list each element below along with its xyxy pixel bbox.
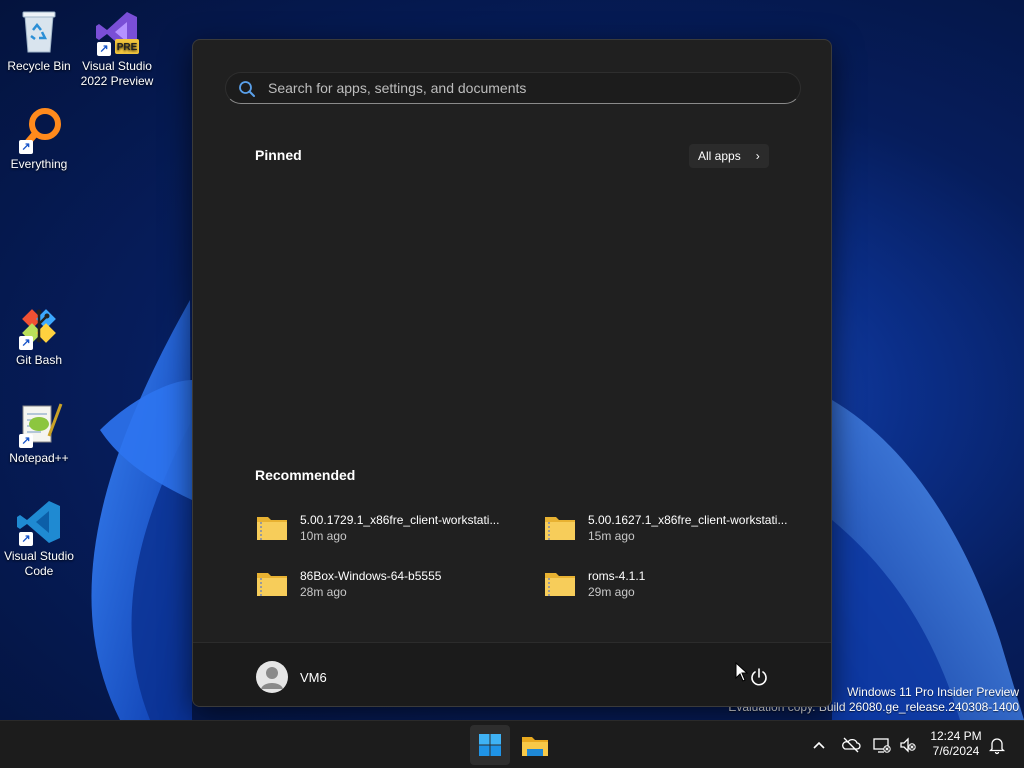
chevron-up-icon[interactable] [809,735,829,755]
start-icon [479,734,501,756]
start-button[interactable] [470,725,510,765]
clock-date: 7/6/2024 [932,744,980,758]
git-bash-icon: ↗ [15,302,63,350]
search-icon [239,81,255,97]
desktop-icon-label: Notepad++ [9,451,69,465]
recommended-item-name: 86Box-Windows-64-b5555 [300,569,442,583]
shortcut-arrow-icon: ↗ [19,336,33,350]
recommended-item[interactable]: roms-4.1.1 29m ago [544,562,814,606]
recommended-item-name: roms-4.1.1 [588,569,646,583]
user-avatar-icon[interactable] [256,661,288,693]
zip-folder-icon [257,573,287,596]
recommended-item-time: 28m ago [300,585,347,599]
preview-badge: PRE [117,42,138,53]
shortcut-arrow-icon: ↗ [19,532,33,546]
all-apps-label: All apps [698,149,741,163]
chevron-right-icon: › [755,149,760,163]
file-explorer-icon [522,737,548,756]
desktop-icon-label: Visual Studio Code [4,549,74,578]
recommended-item-time: 29m ago [588,585,635,599]
start-menu: Pinned All apps › Recommended 5.00.1729.… [192,39,832,707]
recommended-item[interactable]: 5.00.1627.1_x86fre_client-workstati... 1… [544,506,814,550]
all-apps-button[interactable]: All apps › [689,144,769,168]
recommended-title: Recommended [255,467,356,483]
desktop-icon-git-bash[interactable]: ↗ Git Bash [1,302,77,368]
bell-icon[interactable] [987,735,1007,755]
recycle-bin-icon [15,8,63,56]
power-icon[interactable] [749,667,769,687]
zip-folder-icon [257,517,287,540]
clock-time: 12:24 PM [930,729,982,743]
recommended-item-name: 5.00.1627.1_x86fre_client-workstati... [588,513,788,527]
onedrive-offline-icon[interactable] [841,735,861,755]
file-explorer-button[interactable] [515,725,555,765]
mouse-cursor-icon [735,662,749,682]
recommended-item[interactable]: 86Box-Windows-64-b5555 28m ago [256,562,526,606]
pinned-title: Pinned [255,147,302,163]
volume-muted-icon[interactable] [898,735,918,755]
user-name[interactable]: VM6 [300,670,327,685]
zip-folder-icon [545,517,575,540]
taskbar-clock[interactable]: 12:24 PM 7/6/2024 [920,729,992,759]
visual-studio-code-icon: ↗ [15,498,63,546]
visual-studio-preview-icon: PRE ↗ [93,8,141,56]
desktop-icon-visual-studio-2022-preview[interactable]: PRE ↗ Visual Studio 2022 Preview [79,8,155,89]
desktop-icon-everything[interactable]: ↗ Everything [1,106,77,172]
desktop-icon-label: Visual Studio 2022 Preview [80,59,154,88]
recommended-item-time: 10m ago [300,529,347,543]
shortcut-arrow-icon: ↗ [19,140,33,154]
desktop-icon-label: Recycle Bin [7,59,71,73]
recommended-item-time: 15m ago [588,529,635,543]
recommended-item-name: 5.00.1729.1_x86fre_client-workstati... [300,513,500,527]
desktop-icon-notepad-plus-plus[interactable]: ↗ Notepad++ [1,400,77,466]
desktop-icon-label: Git Bash [15,353,63,367]
network-icon[interactable] [872,735,892,755]
zip-folder-icon [545,573,575,596]
start-search-box[interactable] [225,72,801,104]
shortcut-arrow-icon: ↗ [97,42,111,56]
shortcut-arrow-icon: ↗ [19,434,33,448]
desktop-icon-recycle-bin[interactable]: Recycle Bin [1,8,77,74]
taskbar: 12:24 PM 7/6/2024 [0,720,1024,768]
desktop-icon-visual-studio-code[interactable]: ↗ Visual Studio Code [1,498,77,579]
everything-search-icon: ↗ [15,106,63,154]
notepad-plus-plus-icon: ↗ [15,400,63,448]
search-input[interactable] [268,73,788,103]
desktop-icon-label: Everything [10,157,68,171]
recommended-item[interactable]: 5.00.1729.1_x86fre_client-workstati... 1… [256,506,526,550]
